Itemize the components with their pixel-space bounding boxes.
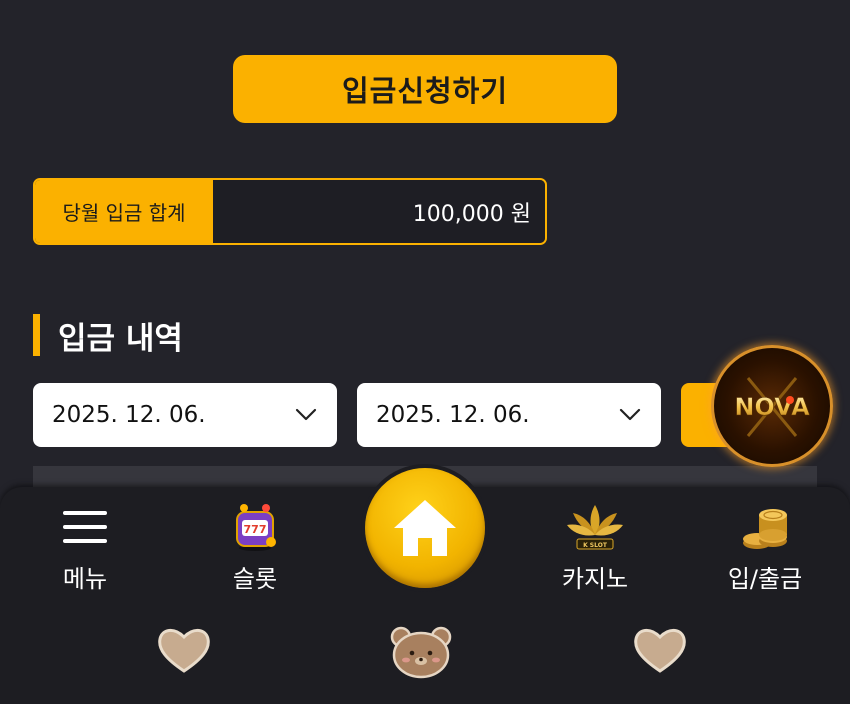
nav-casino[interactable]: K SLOT 카지노 [540,497,650,594]
home-button[interactable] [361,464,489,592]
nav-menu-label: 메뉴 [62,565,108,593]
casino-lotus-icon: K SLOT [565,497,625,557]
nav-deposit-withdraw-label: 입/출금 [727,565,803,593]
heart-icon [632,625,688,679]
nav-deposit-withdraw[interactable]: 입/출금 [710,497,820,594]
hamburger-icon [55,497,115,557]
nova-logo-badge[interactable]: NOVA [711,345,833,467]
heading-accent-bar [33,314,40,356]
end-date-select[interactable]: 2025. 12. 06. [357,383,661,447]
summary-label: 당월 입금 합계 [35,180,213,243]
deposit-apply-button[interactable]: 입금신청하기 [233,55,617,123]
svg-text:777: 777 [244,523,267,536]
start-date-value: 2025. 12. 06. [52,402,206,428]
monthly-deposit-summary: 당월 입금 합계 100,000 원 [33,178,547,245]
slot-machine-icon: 777 [225,497,285,557]
chevron-down-icon [619,408,641,421]
nova-logo-icon: NOVA [734,377,810,437]
home-icon [365,468,485,588]
nav-slot-label: 슬롯 [232,565,278,593]
nova-logo-text: NOVA [734,393,810,421]
nav-menu[interactable]: 메뉴 [30,497,140,594]
nav-slot[interactable]: 777 슬롯 [200,497,310,594]
heart-icon [156,625,212,679]
coins-icon [735,497,795,557]
nav-casino-label: 카지노 [561,565,629,593]
bear-face-icon [389,623,453,683]
deposit-history-heading: 입금 내역 [33,313,183,357]
deposit-history-title: 입금 내역 [58,320,183,357]
casino-logo-text: K SLOT [583,542,608,549]
end-date-value: 2025. 12. 06. [376,402,530,428]
summary-value: 100,000 원 [213,180,545,243]
chevron-down-icon [295,408,317,421]
start-date-select[interactable]: 2025. 12. 06. [33,383,337,447]
